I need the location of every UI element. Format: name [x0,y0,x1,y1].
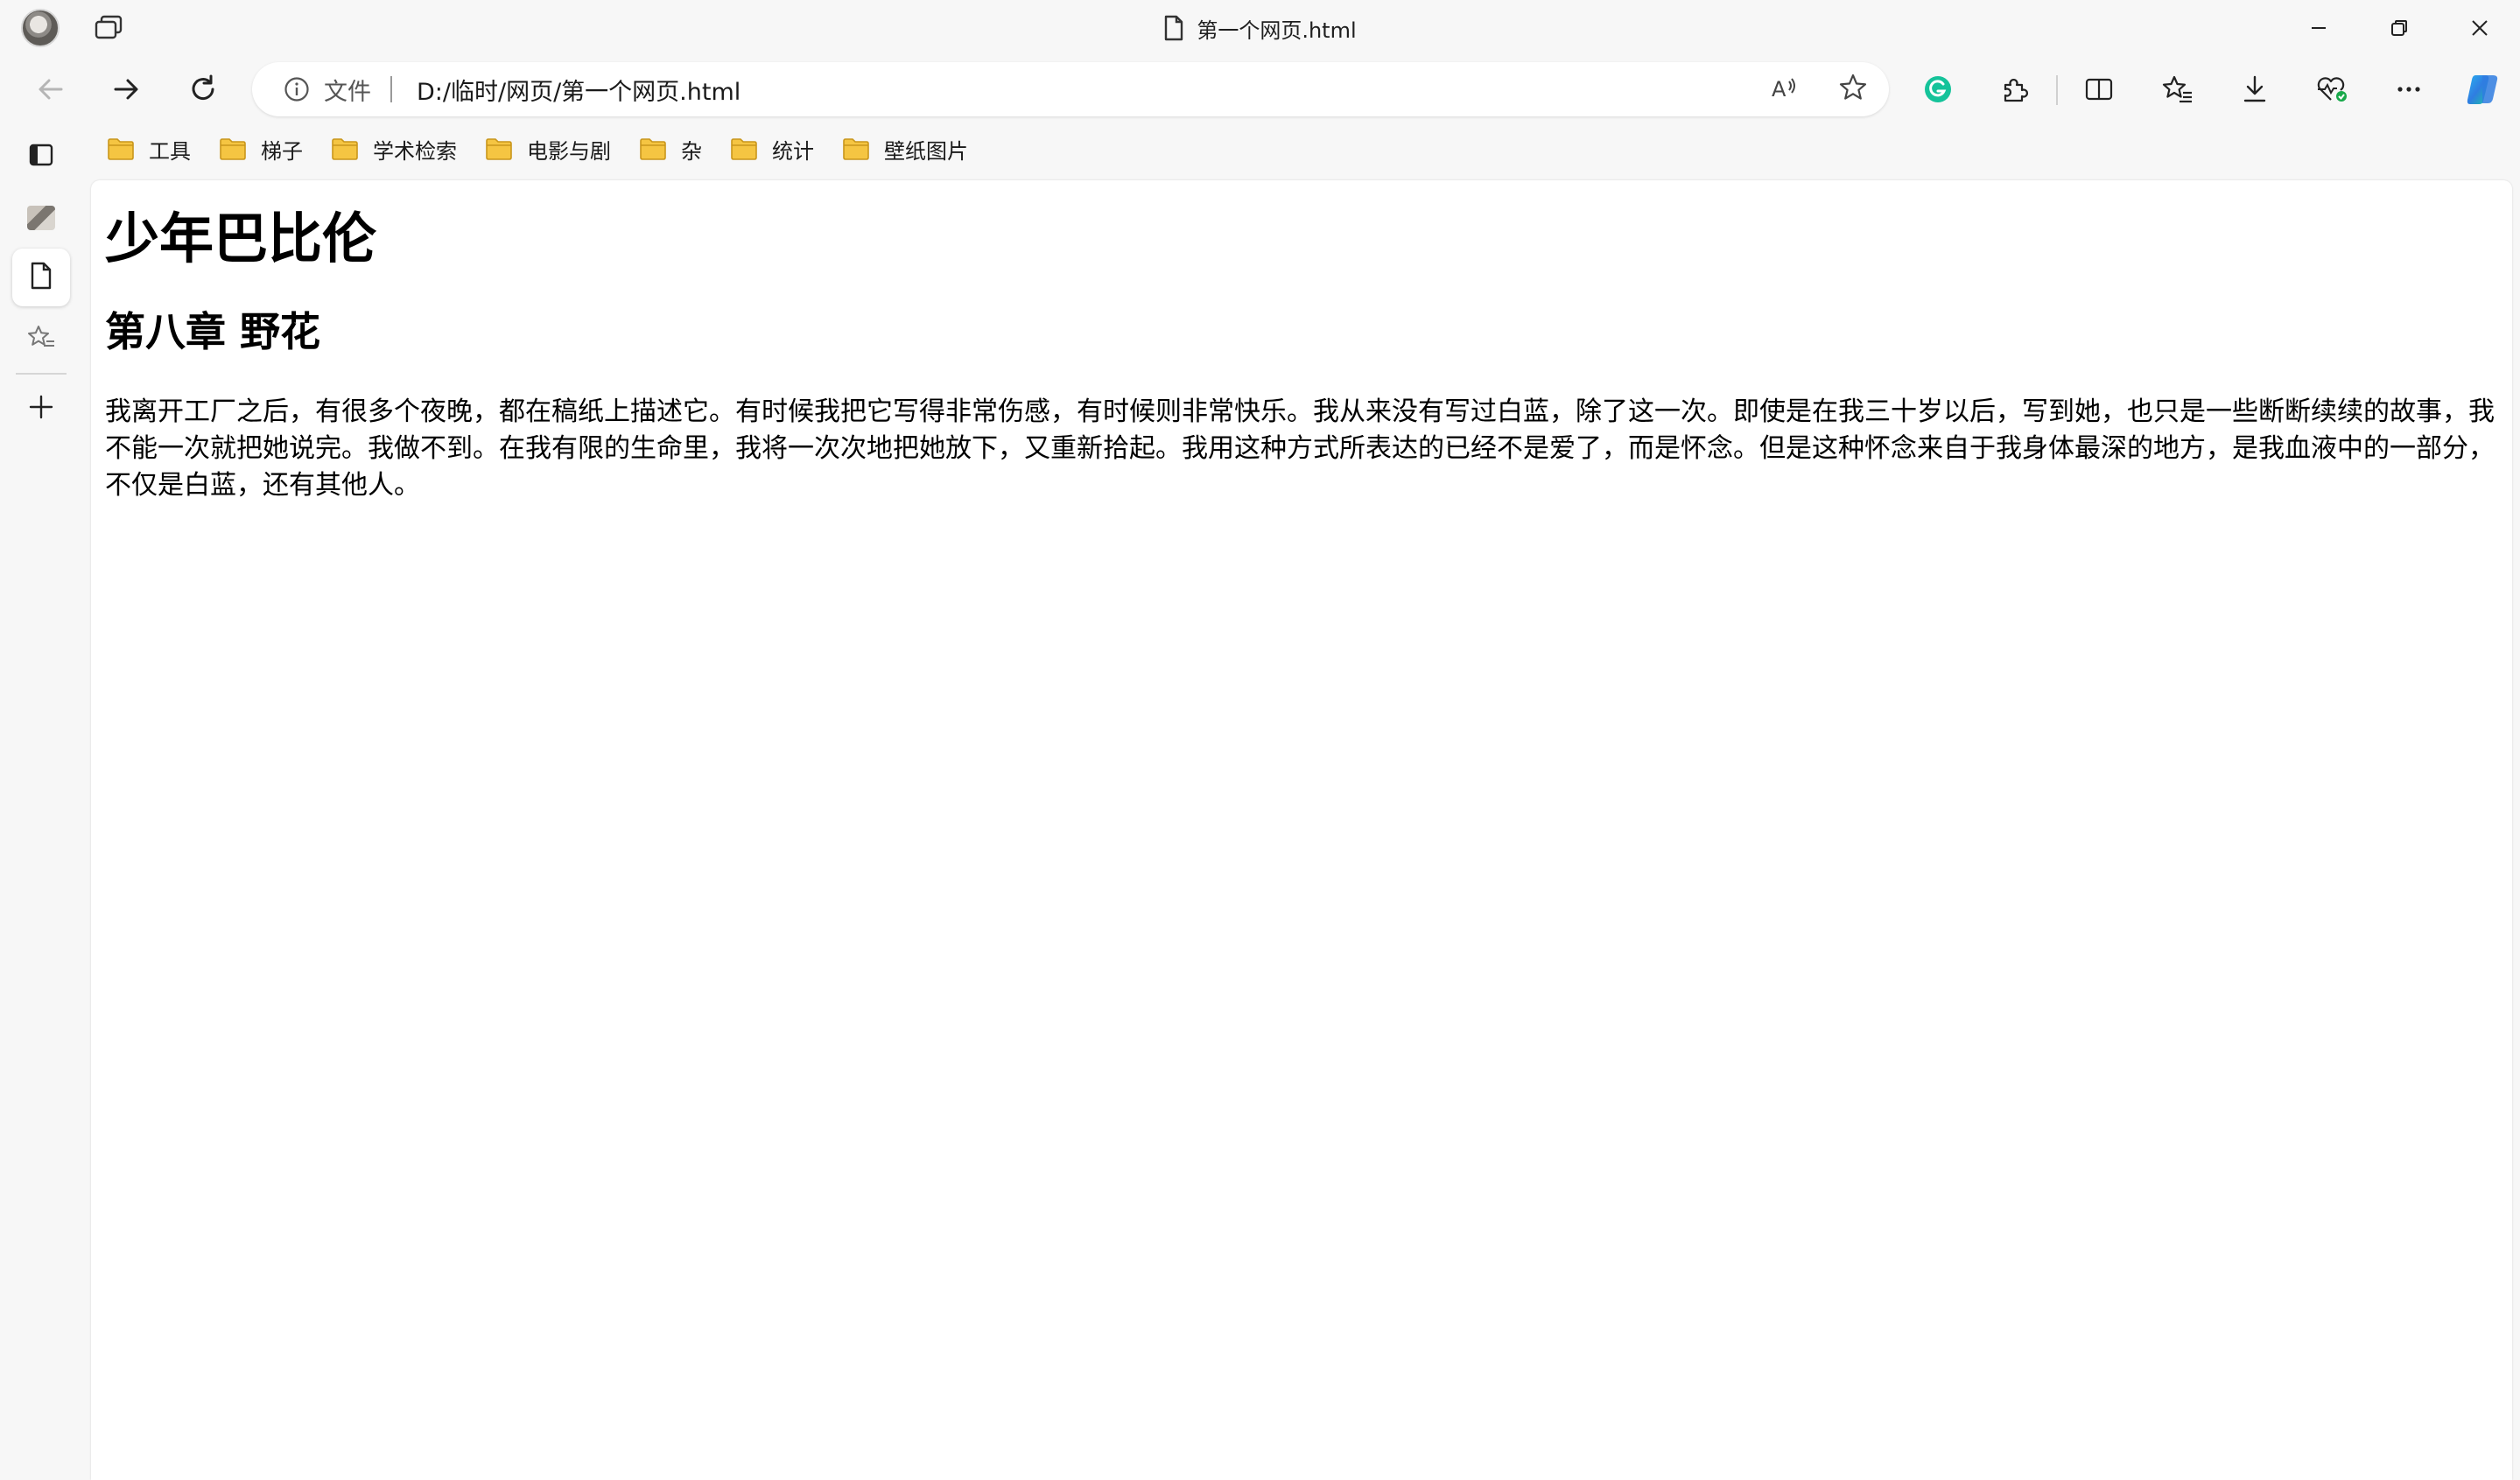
document-icon [30,262,53,293]
vertical-tabs-sidebar [0,123,88,1480]
info-icon[interactable] [282,74,312,104]
svg-text:A: A [1772,77,1786,102]
favorite-folder[interactable]: 杂 [623,130,714,168]
tab-actions-icon[interactable] [91,12,126,44]
folder-icon [842,137,870,161]
favorite-folder-label: 杂 [681,138,702,164]
favorites-icon [27,324,55,354]
plus-icon [28,394,54,424]
favorite-folder[interactable]: 电影与剧 [469,130,623,168]
back-button[interactable] [26,65,75,114]
favorite-folder[interactable]: 学术检索 [315,130,469,168]
favorites-icon[interactable] [2153,65,2202,114]
address-actions: A [1770,62,1868,116]
tab-favorites[interactable] [12,310,70,368]
favorite-folder-label: 统计 [772,138,814,164]
tab-active-page[interactable] [12,249,70,306]
new-tab-button[interactable] [12,380,70,438]
folder-icon [639,137,667,161]
window-controls [2278,0,2520,56]
folder-icon [107,137,135,161]
favorite-folder-label: 壁纸图片 [884,138,968,164]
favorite-folder-label: 学术检索 [373,138,457,164]
tab-image-thumbnail[interactable] [12,189,70,247]
toolbar-divider [2056,75,2058,105]
folder-icon [730,137,758,161]
favorites-bar: 工具 梯子 学术检索 电影与剧 杂 统计 壁纸图片 [91,128,980,170]
address-url[interactable]: D:/临时/网页/第一个网页.html [417,73,741,107]
folder-icon [485,137,513,161]
chapter-paragraph: 我离开工厂之后，有很多个夜晚，都在稿纸上描述它。有时候我把它写得非常伤感，有时候… [105,396,2495,501]
puzzle-icon[interactable] [1990,65,2039,114]
window-title-text: 第一个网页.html [1197,18,1357,43]
favorite-folder-label: 电影与剧 [527,138,611,164]
restore-button[interactable] [2359,0,2439,56]
heart-pulse-icon[interactable] [2307,65,2356,114]
web-page-content: 少年巴比伦 第八章 野花 我离开工厂之后，有很多个夜晚，都在稿纸上描述它。有时候… [91,180,2512,1480]
chapter-heading: 第八章 野花 [105,308,321,356]
tab-favicon-image [27,206,55,230]
address-separator [390,76,392,102]
download-icon[interactable] [2230,65,2279,114]
copilot-icon[interactable] [2458,65,2507,114]
folder-icon [219,137,247,161]
refresh-button[interactable] [179,65,228,114]
document-icon [1163,15,1184,41]
address-bar[interactable]: 文件 D:/临时/网页/第一个网页.html A [252,62,1889,116]
close-button[interactable] [2439,0,2520,56]
sidebar-divider [16,373,67,375]
favorite-folder[interactable]: 梯子 [203,130,315,168]
address-scheme-label: 文件 [324,78,371,106]
window-title: 第一个网页.html [0,0,2520,56]
forward-button[interactable] [102,65,151,114]
browser-toolbar: 文件 D:/临时/网页/第一个网页.html A [0,56,2520,121]
profile-avatar[interactable] [21,9,60,47]
favorite-folder[interactable]: 壁纸图片 [826,130,980,168]
favorite-folder-label: 梯子 [261,138,303,164]
read-aloud-icon[interactable]: A [1770,73,1800,106]
page-heading: 少年巴比伦 [105,207,377,270]
star-icon[interactable] [1838,73,1868,106]
favorite-folder[interactable]: 工具 [91,130,203,168]
title-bar: 第一个网页.html [0,0,2520,56]
split-screen-icon[interactable] [2074,65,2123,114]
sidebar-toggle-icon [28,142,54,172]
favorite-folder[interactable]: 统计 [714,130,826,168]
more-icon[interactable] [2384,65,2433,114]
grammarly-icon[interactable] [1913,65,1962,114]
tab-panel-toggle[interactable] [12,128,70,186]
minimize-button[interactable] [2278,0,2359,56]
folder-icon [331,137,359,161]
favorite-folder-label: 工具 [149,138,191,164]
